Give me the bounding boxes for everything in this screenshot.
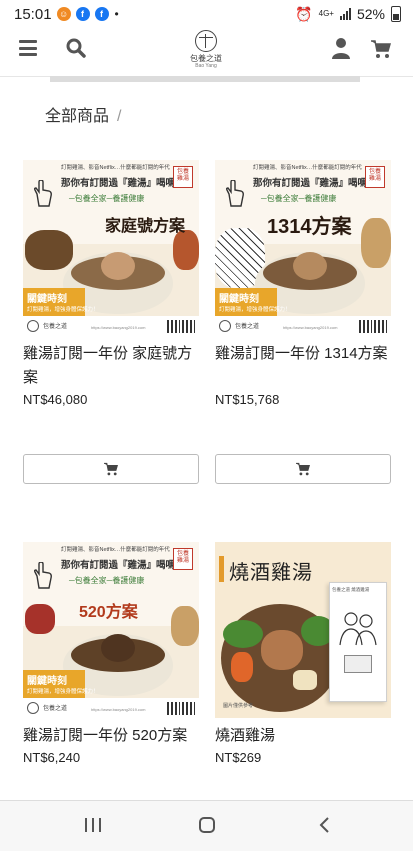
status-bar: 15:01 ☺ f f • ⏰ 4G+ 52% (0, 0, 413, 28)
shopping-cart-icon (104, 462, 118, 476)
image-brand-name: 包養之道 (43, 706, 68, 712)
battery-icon (391, 6, 401, 22)
hamburger-menu-icon[interactable] (19, 40, 37, 56)
image-flag-subtitle: 訂閱雞湯，增強身體保護力！ (27, 689, 99, 695)
product-name[interactable]: 燒酒雞湯 (215, 724, 391, 748)
qr-code-icon (167, 320, 180, 333)
product-price: NT$46,080 (23, 392, 88, 407)
image-text-question: 那你有訂閱過『雞湯』喝嗎？ (61, 560, 185, 571)
image-product-title: 燒酒雞湯 (229, 562, 313, 584)
product-price: NT$15,768 (215, 392, 280, 407)
network-type: 4G+ (318, 9, 334, 18)
qr-code-icon-2 (182, 702, 195, 715)
image-brand-name: 包養之道 (43, 324, 68, 330)
app-notification-icon: ☺ (56, 7, 71, 21)
logo-text: 包養之道 (190, 54, 222, 63)
horizontal-scrollbar[interactable] (50, 76, 360, 82)
product-image[interactable]: 訂閱雞湯、影音Netflix…什麼都能訂閱的年代 那你有訂閱過『雞湯』喝嗎？ ─… (215, 160, 391, 336)
product-card[interactable]: 訂閱雞湯、影音Netflix…什麼都能訂閱的年代 那你有訂閱過『雞湯』喝嗎？ ─… (23, 160, 199, 484)
pointing-hand-icon (33, 180, 52, 207)
package-sticker (344, 655, 372, 673)
brand-logo-icon (27, 702, 39, 714)
image-url: https://www.baoyang2019.com (91, 325, 146, 330)
image-plan-title: 520方案 (79, 604, 138, 621)
image-text-line: 訂閱雞湯、影音Netflix…什麼都能訂閱的年代 (61, 165, 170, 171)
image-url: https://www.baoyang2019.com (91, 707, 146, 712)
brand-seal-badge: 包養 雞湯 (365, 166, 385, 188)
brand-logo-icon (219, 320, 231, 332)
product-price: NT$6,240 (23, 750, 81, 765)
product-card[interactable]: 訂閱雞湯、影音Netflix…什麼都能訂閱的年代 那你有訂閱過『雞湯』喝嗎？ ─… (23, 542, 199, 765)
qr-code-icon (359, 320, 372, 333)
product-image[interactable]: 燒酒雞湯 包養之道 燒酒雞湯 圖片僅供參考 (215, 542, 391, 718)
image-flag-title: 關鍵時刻 (219, 294, 259, 305)
site-logo[interactable]: 包養之道 Bao Yang (184, 30, 228, 74)
image-flag-subtitle: 訂閱雞湯，增強身體保護力！ (219, 307, 291, 313)
image-plan-title: 家庭號方案 (105, 218, 186, 235)
logo-subtext: Bao Yang (195, 63, 217, 69)
search-icon[interactable] (66, 38, 86, 58)
image-text-line: 訂閱雞湯、影音Netflix…什麼都能訂閱的年代 (253, 165, 362, 171)
site-header: 包養之道 Bao Yang (0, 28, 413, 77)
qr-code-icon-2 (182, 320, 195, 333)
package-label: 包養之道 燒酒雞湯 (332, 587, 370, 592)
product-name[interactable]: 雞湯訂閱一年份 520方案 (23, 724, 199, 748)
qr-code-icon-2 (374, 320, 387, 333)
product-image[interactable]: 訂閱雞湯、影音Netflix…什麼都能訂閱的年代 那你有訂閱過『雞湯』喝嗎？ ─… (23, 542, 199, 718)
status-time: 15:01 (14, 5, 52, 23)
logo-mark-icon (195, 30, 217, 52)
pointing-hand-icon (225, 180, 244, 207)
user-icon[interactable] (331, 37, 351, 59)
brand-logo-icon (27, 320, 39, 332)
image-text-slogan: ─包養全家─養護健康 (69, 576, 145, 585)
brand-seal-badge: 包養 雞湯 (173, 166, 193, 188)
alarm-icon: ⏰ (295, 5, 313, 22)
add-to-cart-button[interactable] (215, 454, 391, 484)
product-name[interactable]: 雞湯訂閱一年份 家庭號方案 (23, 342, 199, 390)
image-text-question: 那你有訂閱過『雞湯』喝嗎？ (61, 178, 185, 189)
image-flag-subtitle: 訂閱雞湯，增強身體保護力！ (27, 307, 99, 313)
shopping-cart-icon (296, 462, 310, 476)
signal-icon (339, 8, 351, 20)
breadcrumb-all-products[interactable]: 全部商品 (45, 108, 109, 125)
image-text-slogan: ─包養全家─養護健康 (261, 194, 337, 203)
product-price: NT$269 (215, 750, 262, 765)
battery-percent: 52% (356, 6, 385, 22)
home-icon[interactable] (199, 817, 215, 833)
image-disclaimer: 圖片僅供參考 (223, 703, 254, 709)
image-flag-title: 關鍵時刻 (27, 676, 67, 687)
shopping-cart-icon[interactable] (370, 39, 392, 59)
breadcrumb-separator: / (117, 108, 122, 125)
system-navigation-bar (0, 800, 413, 851)
product-image[interactable]: 訂閱雞湯、影音Netflix…什麼都能訂閱的年代 那你有訂閱過『雞湯』喝嗎？ ─… (23, 160, 199, 336)
image-text-slogan: ─包養全家─養護健康 (69, 194, 145, 203)
image-brand-name: 包養之道 (235, 324, 260, 330)
recent-apps-icon[interactable] (85, 818, 101, 832)
product-name[interactable]: 雞湯訂閱一年份 1314方案 (215, 342, 391, 390)
add-to-cart-button[interactable] (23, 454, 199, 484)
product-card[interactable]: 燒酒雞湯 包養之道 燒酒雞湯 圖片僅供參考 燒酒雞湯 NT$269 (215, 542, 391, 765)
back-icon[interactable] (318, 817, 330, 833)
qr-code-icon (167, 702, 180, 715)
brand-seal-badge: 包養 雞湯 (173, 548, 193, 570)
facebook-notification-icon-2: f (94, 7, 109, 21)
breadcrumb: 全部商品 / (45, 102, 121, 126)
more-notifications-dot-icon: • (114, 7, 119, 21)
family-illustration-icon (339, 612, 377, 646)
image-flag-title: 關鍵時刻 (27, 294, 67, 305)
product-card[interactable]: 訂閱雞湯、影音Netflix…什麼都能訂閱的年代 那你有訂閱過『雞湯』喝嗎？ ─… (215, 160, 391, 484)
image-text-line: 訂閱雞湯、影音Netflix…什麼都能訂閱的年代 (61, 547, 170, 553)
facebook-notification-icon: f (75, 7, 90, 21)
image-plan-title: 1314方案 (267, 216, 352, 238)
image-text-question: 那你有訂閱過『雞湯』喝嗎？ (253, 178, 377, 189)
image-url: https://www.baoyang2019.com (283, 325, 338, 330)
pointing-hand-icon (33, 562, 52, 589)
